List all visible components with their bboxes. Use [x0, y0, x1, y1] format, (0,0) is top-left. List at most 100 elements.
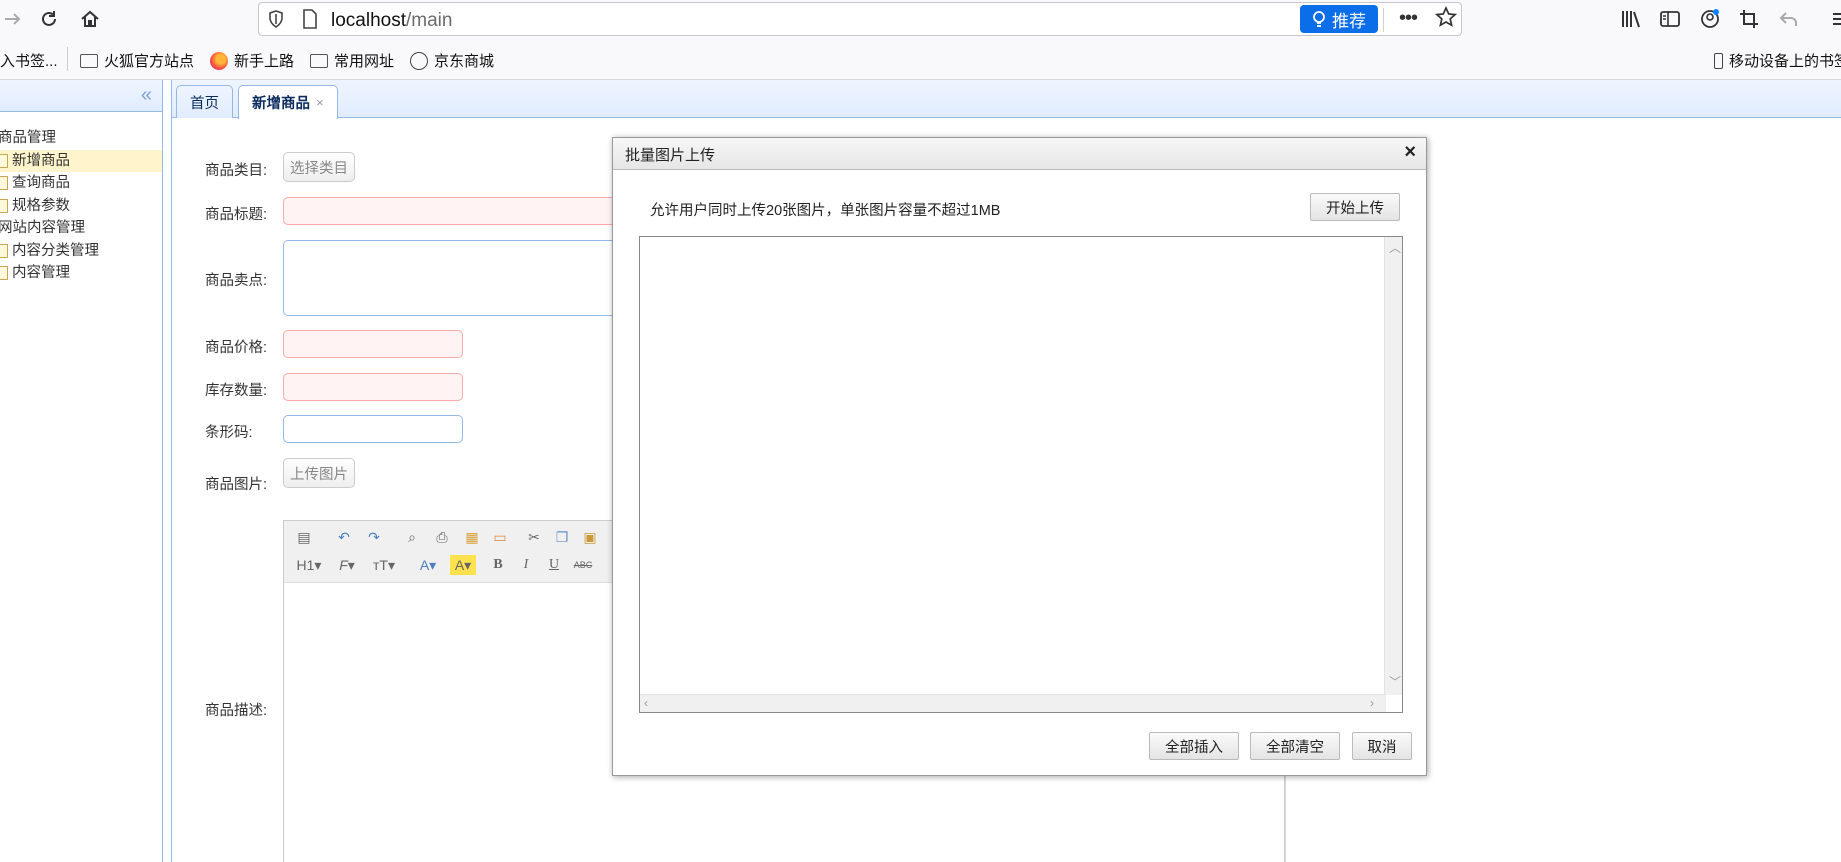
tree-node-label: 新增商品: [12, 152, 70, 169]
url-bar[interactable]: localhost/main 推荐 •••: [258, 2, 1462, 36]
forward-icon[interactable]: [0, 6, 26, 32]
dialog-title: 批量图片上传: [625, 147, 716, 164]
bookmark-label: 入书签...: [0, 53, 58, 70]
tree-node-query-product[interactable]: 查询商品: [0, 172, 162, 195]
cut-icon[interactable]: ✂: [524, 527, 544, 547]
tree-node-content-category[interactable]: 内容分类管理: [0, 240, 162, 263]
redo-icon[interactable]: ↷: [364, 527, 384, 547]
font-family-icon[interactable]: F▾: [334, 555, 360, 575]
bookmark-mobile[interactable]: 移动设备上的书签: [1714, 50, 1841, 71]
more-actions-icon[interactable]: •••: [1399, 7, 1418, 30]
select-category-button[interactable]: 选择类目: [283, 152, 355, 182]
bookmark-label: 火狐官方站点: [104, 53, 195, 70]
tree-node-spec-params[interactable]: 规格参数: [0, 195, 162, 218]
cancel-button[interactable]: 取消: [1352, 732, 1412, 760]
bookmark-jd-mall[interactable]: 京东商城: [410, 50, 494, 71]
insert-all-button[interactable]: 全部插入: [1149, 732, 1239, 760]
code-icon[interactable]: ▭: [490, 527, 510, 547]
tree-node-site-content[interactable]: 网站内容管理: [0, 217, 162, 240]
bookmark-label: 常用网址: [334, 53, 395, 70]
undo-close-icon[interactable]: [1776, 6, 1802, 32]
nav-tree: 商品管理 新增商品 查询商品 规格参数 网站内容管理 内容分类管理 内容管理: [0, 112, 162, 285]
underline-icon[interactable]: U: [544, 555, 564, 575]
sidebar-icon[interactable]: [1657, 6, 1683, 32]
strikethrough-icon[interactable]: ABC: [570, 555, 596, 575]
url-separator: [1383, 8, 1384, 32]
scroll-right-icon[interactable]: ›: [1370, 696, 1374, 710]
left-panel-header: «: [0, 80, 162, 112]
paste-icon[interactable]: ▣: [580, 527, 600, 547]
italic-icon[interactable]: I: [516, 555, 536, 575]
description-label: 商品描述:: [205, 703, 268, 719]
home-icon[interactable]: [77, 6, 103, 32]
upload-tip: 允许用户同时上传20张图片，单张图片容量不超过1MB: [650, 203, 1001, 219]
image-label: 商品图片:: [205, 477, 268, 493]
template-icon[interactable]: ▦: [462, 527, 482, 547]
stock-input[interactable]: [283, 373, 463, 401]
highlight-icon[interactable]: A▾: [450, 555, 476, 575]
font-color-icon[interactable]: A▾: [416, 555, 440, 575]
barcode-input[interactable]: [283, 415, 463, 443]
left-nav-panel: « 商品管理 新增商品 查询商品 规格参数 网站内容管理 内容分类管理 内容管理: [0, 80, 163, 862]
url-host: localhost: [331, 10, 406, 31]
scroll-left-icon[interactable]: ‹: [644, 696, 648, 710]
price-input[interactable]: [283, 330, 463, 358]
star-icon[interactable]: [1434, 5, 1458, 31]
upload-file-list[interactable]: ︿ ﹀ ‹ ›: [639, 236, 1403, 713]
category-label: 商品类目:: [205, 163, 268, 179]
bold-icon[interactable]: B: [488, 555, 508, 575]
tree-node-content-management[interactable]: 内容管理: [0, 262, 162, 285]
horizontal-scrollbar[interactable]: ‹ ›: [640, 694, 1386, 712]
tab-label: 新增商品: [252, 96, 310, 112]
dialog-header: 批量图片上传 ×: [613, 138, 1426, 170]
file-icon: [0, 176, 8, 191]
menu-icon[interactable]: [1826, 6, 1841, 32]
bookmark-common-sites[interactable]: 常用网址: [310, 50, 394, 71]
tab-home[interactable]: 首页: [176, 85, 233, 118]
title-input[interactable]: [283, 197, 623, 225]
collapse-icon[interactable]: «: [141, 84, 152, 107]
library-icon[interactable]: [1618, 6, 1644, 32]
firefox-icon: [210, 51, 228, 70]
tab-close-icon[interactable]: ×: [316, 95, 324, 110]
reload-icon[interactable]: [36, 6, 62, 32]
tabs-bar: 首页 新增商品 ×: [172, 80, 1841, 119]
account-icon[interactable]: [1697, 6, 1723, 32]
dialog-close-icon[interactable]: ×: [1404, 141, 1416, 164]
globe-icon: [410, 51, 428, 70]
bookmark-getting-started[interactable]: 新手上路: [210, 50, 294, 71]
bookmark-label: 新手上路: [234, 53, 295, 70]
tab-add-product[interactable]: 新增商品 ×: [238, 85, 338, 119]
screenshot-icon[interactable]: [1736, 6, 1762, 32]
selling-point-textarea[interactable]: [283, 240, 623, 316]
bookmark-import[interactable]: 入书签...: [0, 50, 58, 71]
bookmark-firefox-site[interactable]: 火狐官方站点: [80, 50, 194, 71]
copy-icon[interactable]: ❐: [552, 527, 572, 547]
folder-icon: [310, 53, 328, 68]
start-upload-button[interactable]: 开始上传: [1310, 193, 1400, 221]
undo-icon[interactable]: ↶: [334, 527, 354, 547]
recommend-button[interactable]: 推荐: [1300, 5, 1378, 33]
heading-icon[interactable]: H1▾: [294, 555, 324, 575]
url-text[interactable]: localhost/main: [331, 10, 452, 32]
clear-all-button[interactable]: 全部清空: [1250, 732, 1340, 760]
folder-icon: [80, 53, 98, 68]
scroll-down-icon[interactable]: ﹀: [1389, 673, 1401, 690]
upload-image-button[interactable]: 上传图片: [283, 458, 355, 488]
source-icon[interactable]: ▤: [294, 527, 314, 547]
selling-point-label: 商品卖点:: [205, 273, 268, 289]
print-icon[interactable]: ⎙: [432, 527, 452, 547]
tree-node-add-product[interactable]: 新增商品: [0, 149, 162, 172]
file-icon: [0, 266, 8, 281]
tree-node-label: 规格参数: [12, 197, 70, 214]
tree-node-label: 内容分类管理: [12, 242, 99, 259]
scroll-up-icon[interactable]: ︿: [1389, 239, 1401, 256]
price-label: 商品价格:: [205, 340, 268, 356]
bookmarks-bar: 入书签... 火狐官方站点 新手上路 常用网址 京东商城 移动设备上的书签: [0, 38, 1841, 80]
preview-icon[interactable]: ⌕: [402, 527, 422, 547]
file-icon: [0, 243, 8, 258]
shield-icon[interactable]: [268, 10, 284, 31]
tree-node-product-management[interactable]: 商品管理: [0, 127, 162, 150]
font-size-icon[interactable]: тT▾: [370, 555, 398, 575]
vertical-scrollbar[interactable]: ︿ ﹀: [1384, 237, 1402, 695]
